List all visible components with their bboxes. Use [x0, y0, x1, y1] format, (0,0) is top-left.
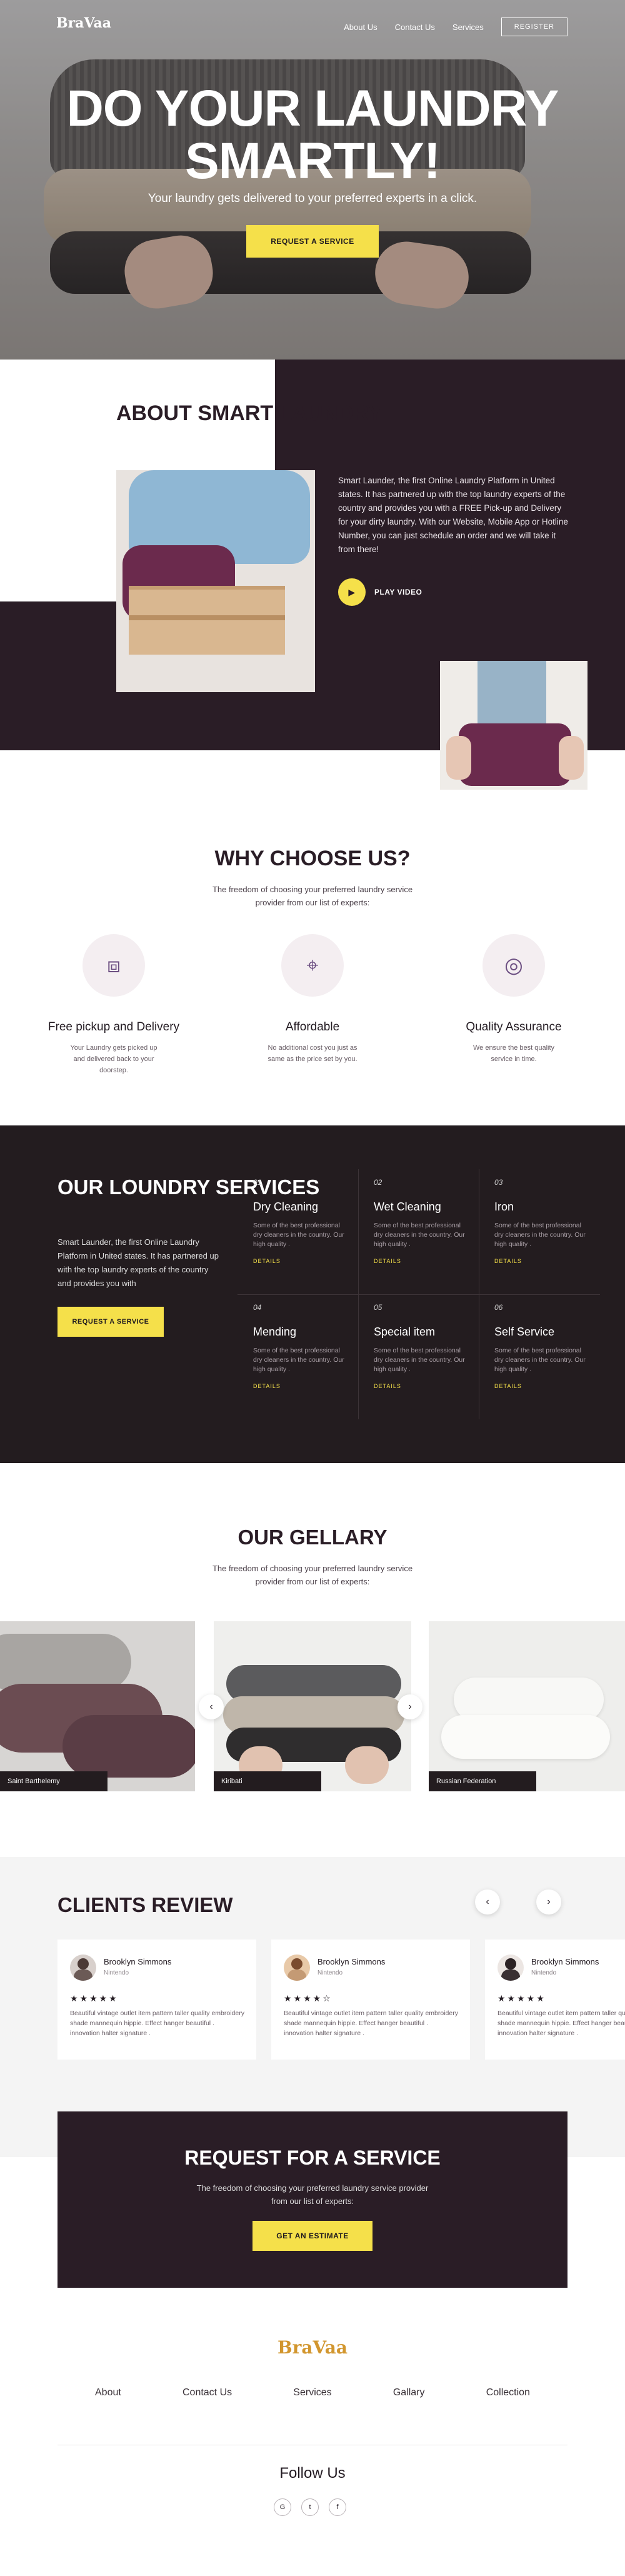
register-button[interactable]: REGISTER [501, 18, 568, 36]
main-nav: About Us Contact Us Services REGISTER [344, 18, 568, 36]
about-text: Smart Launder, the first Online Laundry … [338, 476, 568, 554]
twitter-icon[interactable]: t [301, 2498, 319, 2516]
review-text: Beautiful vintage outlet item pattern ta… [284, 2010, 458, 2037]
gallery-image[interactable]: Kiribati [214, 1621, 411, 1791]
service-details-link[interactable]: DETAILS [374, 1258, 477, 1264]
services-text: Smart Launder, the first Online Laundry … [58, 1237, 219, 1288]
reviewer-location: Nintendo [318, 1970, 343, 1976]
feature-text: No additional cost you just as same as t… [268, 1044, 358, 1063]
page: BraVaa About Us Contact Us Services REGI… [0, 0, 625, 2576]
why-lead: The freedom of choosing your preferred l… [212, 885, 413, 907]
service-card[interactable]: 01 Dry Cleaning Some of the best profess… [238, 1169, 356, 1294]
get-estimate-button[interactable]: GET AN ESTIMATE [252, 2221, 372, 2251]
service-card[interactable]: 03 Iron Some of the best professional dr… [479, 1169, 598, 1294]
about-image-basket [116, 470, 315, 692]
play-video-label: PLAY VIDEO [374, 588, 422, 596]
feature-text: We ensure the best quality service in ti… [472, 1044, 555, 1063]
footer-nav-about[interactable]: About [95, 2387, 121, 2398]
chevron-right-icon: › [408, 1701, 412, 1712]
avatar [70, 1955, 96, 1981]
review-text: Beautiful vintage outlet item pattern ta… [498, 2010, 625, 2037]
gallery-caption: Saint Barthelemy [0, 1771, 108, 1791]
gallery-image[interactable]: Russian Federation [429, 1621, 625, 1791]
reviews-next-button[interactable]: › [536, 1889, 561, 1914]
request-lead: The freedom of choosing your preferred l… [196, 2183, 429, 2206]
about-image-towels [440, 661, 588, 790]
gallery-caption: Kiribati [214, 1771, 321, 1791]
avatar [498, 1955, 524, 1981]
service-details-link[interactable]: DETAILS [374, 1383, 477, 1389]
review-card: Brooklyn Simmons Nintendo ★★★★★ Beautifu… [485, 1940, 625, 2060]
reviewer-name: Brooklyn Simmons [531, 1957, 599, 1966]
feature-title: Free pickup and Delivery [48, 1020, 180, 1034]
footer-nav-collection[interactable]: Collection [486, 2387, 530, 2398]
rating-stars: ★★★★☆ [284, 1993, 332, 2003]
service-card[interactable]: 06 Self Service Some of the best profess… [479, 1294, 598, 1419]
footer-nav-services[interactable]: Services [293, 2387, 331, 2398]
chevron-left-icon: ‹ [486, 1896, 489, 1907]
review-text: Beautiful vintage outlet item pattern ta… [70, 2010, 244, 2037]
gallery-lead: The freedom of choosing your preferred l… [212, 1564, 413, 1586]
services-section: OUR LOUNDRY SERVICES Smart Launder, the … [0, 1125, 625, 1463]
footer-nav-contact[interactable]: Contact Us [182, 2387, 232, 2398]
reviewer-name: Brooklyn Simmons [318, 1957, 386, 1966]
hero-subtitle: Your laundry gets delivered to your pref… [148, 192, 478, 205]
rating-stars: ★★★★★ [70, 1993, 119, 2003]
nav-about[interactable]: About Us [344, 23, 377, 32]
play-video-button[interactable]: ▶ PLAY VIDEO [338, 578, 422, 606]
social-links: G t f [274, 2498, 346, 2516]
tag-icon: ⌖ [281, 934, 344, 997]
services-request-button[interactable]: REQUEST A SERVICE [58, 1307, 164, 1337]
service-details-link[interactable]: DETAILS [494, 1383, 598, 1389]
play-icon: ▶ [338, 578, 366, 606]
review-card: Brooklyn Simmons Nintendo ★★★★★ Beautifu… [58, 1940, 256, 2060]
service-details-link[interactable]: DETAILS [253, 1383, 356, 1389]
nav-services[interactable]: Services [452, 23, 484, 32]
about-title: ABOUT SMART LAUNDRY [116, 401, 382, 425]
services-grid: 01 Dry Cleaning Some of the best profess… [238, 1169, 600, 1419]
reviewer-location: Nintendo [531, 1970, 557, 1976]
gallery-title: OUR GELLARY [238, 1526, 388, 1549]
service-details-link[interactable]: DETAILS [494, 1258, 598, 1264]
gallery-prev-button[interactable]: ‹ [199, 1694, 224, 1719]
gallery-next-button[interactable]: › [398, 1694, 422, 1719]
footer-nav-gallery[interactable]: Gallary [393, 2387, 425, 2398]
box-icon: ⧈ [82, 934, 145, 997]
chevron-right-icon: › [547, 1896, 551, 1907]
follow-us-heading: Follow Us [279, 2465, 346, 2482]
request-section: REQUEST FOR A SERVICE The freedom of cho… [58, 2111, 568, 2288]
review-card: Brooklyn Simmons Nintendo ★★★★☆ Beautifu… [271, 1940, 470, 2060]
rating-stars: ★★★★★ [498, 1993, 546, 2003]
avatar [284, 1955, 310, 1981]
gallery-image[interactable]: Saint Barthelemy [0, 1621, 195, 1791]
footer-logo[interactable]: BraVaa [0, 2337, 625, 2358]
request-service-button[interactable]: REQUEST A SERVICE [246, 225, 379, 258]
gallery-caption: Russian Federation [429, 1771, 536, 1791]
service-card[interactable]: 02 Wet Cleaning Some of the best profess… [358, 1169, 477, 1294]
hero-title: DO YOUR LAUNDRY SMARTLY! [66, 80, 559, 189]
service-card[interactable]: 04 Mending Some of the best professional… [238, 1294, 356, 1419]
reviews-title: CLIENTS REVIEW [58, 1893, 233, 1916]
feature-affordable: ⌖ Affordable No additional cost you just… [238, 934, 388, 1065]
feature-title: Affordable [285, 1020, 340, 1034]
request-title: REQUEST FOR A SERVICE [184, 2146, 441, 2169]
reviewer-name: Brooklyn Simmons [104, 1957, 172, 1966]
chevron-left-icon: ‹ [209, 1701, 213, 1712]
header-logo[interactable]: BraVaa [56, 15, 111, 31]
feature-text: Your Laundry gets picked up and delivere… [70, 1044, 158, 1074]
medal-icon: ◎ [482, 934, 545, 997]
service-card[interactable]: 05 Special item Some of the best profess… [358, 1294, 477, 1419]
facebook-icon[interactable]: f [329, 2498, 346, 2516]
reviewer-location: Nintendo [104, 1970, 129, 1976]
feature-pickup: ⧈ Free pickup and Delivery Your Laundry … [39, 934, 189, 1076]
google-icon[interactable]: G [274, 2498, 291, 2516]
service-details-link[interactable]: DETAILS [253, 1258, 356, 1264]
reviews-prev-button[interactable]: ‹ [475, 1889, 500, 1914]
footer-nav: About Contact Us Services Gallary Collec… [58, 2387, 568, 2398]
hero-section: BraVaa About Us Contact Us Services REGI… [0, 0, 625, 360]
feature-quality: ◎ Quality Assurance We ensure the best q… [439, 934, 589, 1065]
nav-contact[interactable]: Contact Us [395, 23, 435, 32]
feature-title: Quality Assurance [466, 1020, 562, 1034]
why-title: WHY CHOOSE US? [214, 847, 411, 870]
